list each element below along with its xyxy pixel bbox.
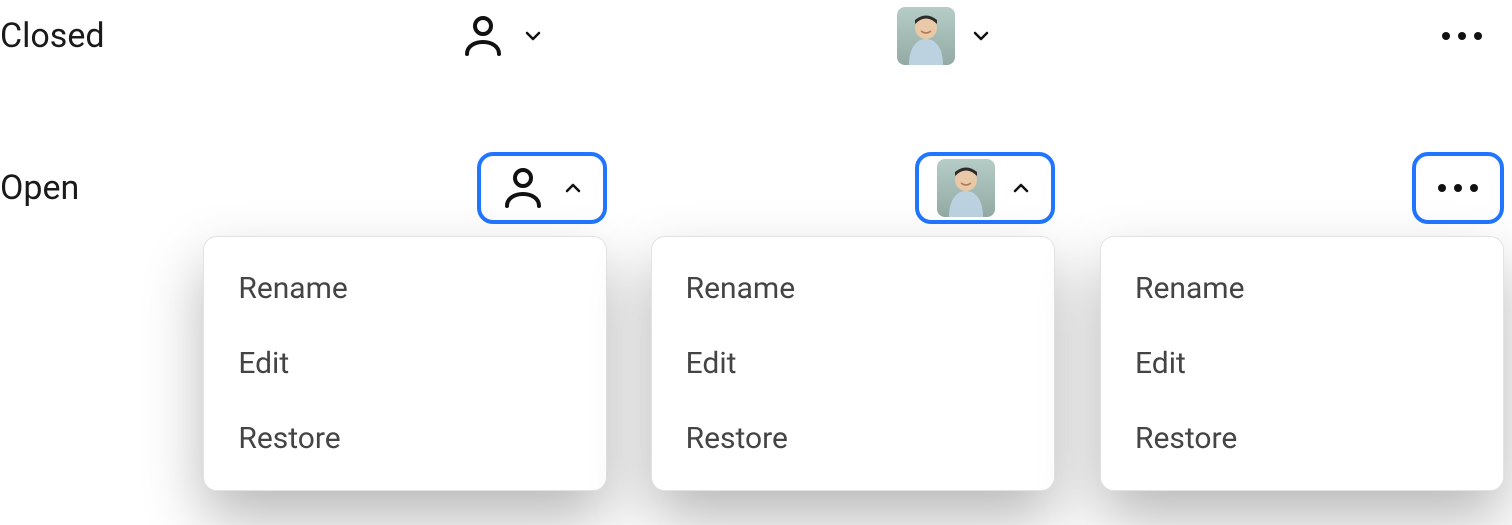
dropdown-menu: Rename Edit Restore — [203, 236, 607, 491]
avatar — [937, 159, 995, 217]
more-horizontal-icon — [1438, 184, 1478, 192]
dropdown-menu: Rename Edit Restore — [1100, 236, 1504, 491]
more-horizontal-icon — [1442, 32, 1482, 40]
menu-item-restore[interactable]: Restore — [1101, 401, 1503, 476]
chevron-up-icon — [561, 176, 585, 200]
avatar — [897, 7, 955, 65]
more-options-open[interactable] — [1412, 152, 1504, 224]
more-options-closed[interactable] — [1420, 0, 1504, 72]
menu-item-restore[interactable]: Restore — [204, 401, 606, 476]
open-person-cell: Rename Edit Restore — [170, 152, 617, 525]
closed-avatar-cell — [617, 0, 1064, 72]
person-icon — [459, 12, 507, 60]
menu-item-rename[interactable]: Rename — [204, 251, 606, 326]
chevron-up-icon — [1009, 176, 1033, 200]
state-label-closed: Closed — [0, 0, 170, 72]
person-dropdown-open[interactable] — [477, 152, 607, 224]
person-dropdown-closed[interactable] — [437, 0, 567, 72]
dropdown-menu: Rename Edit Restore — [651, 236, 1055, 491]
menu-item-edit[interactable]: Edit — [1101, 326, 1503, 401]
chevron-down-icon — [521, 24, 545, 48]
state-label-open: Open — [0, 152, 170, 224]
person-icon — [499, 164, 547, 212]
chevron-down-icon — [969, 24, 993, 48]
menu-item-edit[interactable]: Edit — [204, 326, 606, 401]
closed-person-cell — [170, 0, 617, 72]
menu-item-restore[interactable]: Restore — [652, 401, 1054, 476]
menu-item-rename[interactable]: Rename — [1101, 251, 1503, 326]
open-more-cell: Rename Edit Restore — [1065, 152, 1512, 525]
menu-item-rename[interactable]: Rename — [652, 251, 1054, 326]
open-avatar-cell: Rename Edit Restore — [617, 152, 1064, 525]
menu-item-edit[interactable]: Edit — [652, 326, 1054, 401]
avatar-dropdown-closed[interactable] — [875, 0, 1015, 72]
closed-more-cell — [1065, 0, 1512, 72]
avatar-dropdown-open[interactable] — [915, 152, 1055, 224]
